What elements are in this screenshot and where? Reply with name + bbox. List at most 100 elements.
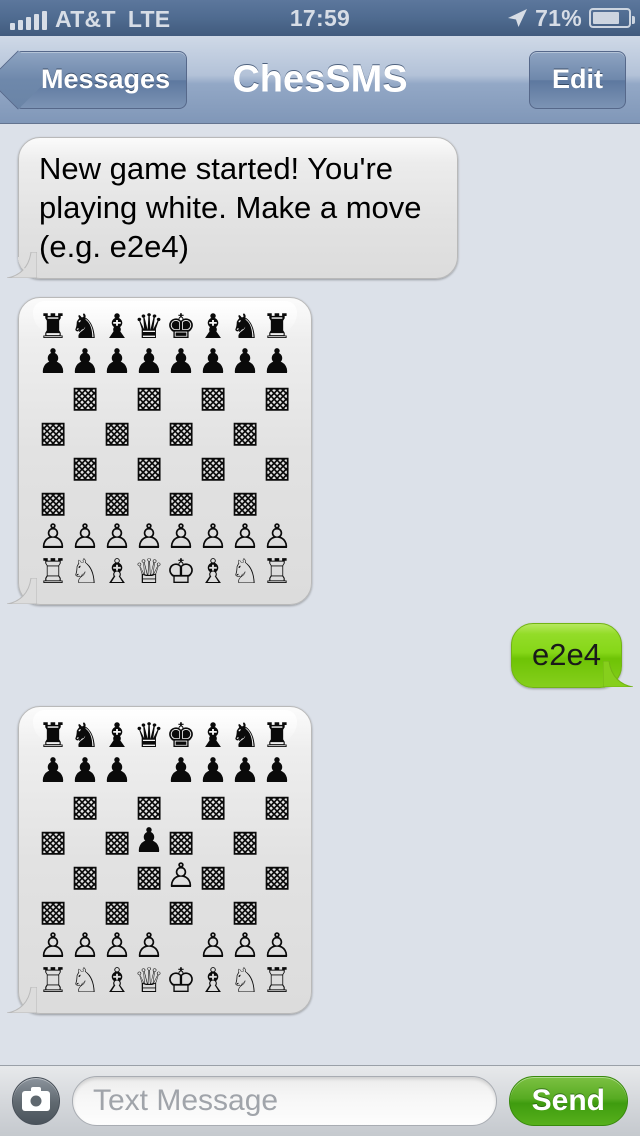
- chess-square: ♙: [165, 856, 197, 896]
- chess-square: ♕: [133, 961, 165, 1001]
- chess-square: ♘: [69, 961, 101, 1001]
- battery-icon: [589, 8, 635, 28]
- chess-rank-row: ♟ ♟ ♟ ♟ ♟ ♟ ♟: [37, 754, 293, 789]
- chess-square: ▩: [70, 450, 100, 486]
- chess-rank-row: ▩ ▩ ♟ ▩ ▩: [37, 821, 293, 861]
- chess-square: ▩: [134, 789, 164, 824]
- chess-square: ▩: [198, 859, 228, 894]
- message-bubble-intro[interactable]: New game started! You're playing white. …: [7, 137, 458, 280]
- chess-square: ▩: [70, 380, 100, 416]
- message-input-bar: Text Message Send: [0, 1065, 640, 1136]
- chess-square: ♙: [133, 517, 165, 558]
- location-arrow-icon: [506, 7, 528, 29]
- chess-square: ♟: [165, 751, 197, 791]
- chess-square: [197, 894, 229, 929]
- chess-square: ♙: [197, 517, 229, 558]
- chess-square: ▩: [230, 824, 260, 859]
- chess-square: ♟: [133, 342, 165, 383]
- chess-square: [133, 485, 165, 520]
- chess-square: [229, 450, 261, 485]
- bubble-tail-icon: [7, 578, 37, 605]
- chess-square: ♞: [69, 307, 101, 348]
- chess-square: ♟: [197, 342, 229, 383]
- chess-rank-row: ▩ ▩ ♙ ▩ ▩: [37, 856, 293, 896]
- chess-square: ♜: [37, 307, 69, 348]
- chess-square: ▩: [102, 824, 132, 859]
- chess-square: ♟: [37, 751, 69, 791]
- chess-square: [165, 789, 197, 824]
- chess-rank-row: ▩ ▩ ▩ ▩: [37, 789, 293, 824]
- chess-rank-row: ♙ ♙ ♙ ♙ ♙ ♙ ♙: [37, 929, 293, 964]
- chess-square: ♟: [69, 342, 101, 383]
- camera-icon[interactable]: [12, 1077, 60, 1125]
- navigation-bar: Messages ChesSMS Edit: [0, 36, 640, 124]
- chess-square: [197, 415, 229, 450]
- chess-square: ▩: [230, 415, 260, 451]
- message-bubble-board-after-move[interactable]: ♜ ♞ ♝ ♛ ♚ ♝ ♞ ♜ ♟ ♟ ♟ ♟ ♟ ♟ ♟ ▩ ▩ ▩ ▩ ▩ ▩ ♟ ▩ ▩ ▩ ▩ ♙ ▩ ▩ ▩…: [7, 706, 312, 1014]
- bubble-tail-icon: [7, 987, 37, 1013]
- send-button[interactable]: Send: [508, 1076, 628, 1126]
- chess-square: ♘: [229, 961, 261, 1001]
- chess-square: ♟: [37, 342, 69, 383]
- chess-rank-row: ♖ ♘ ♗ ♕ ♔ ♗ ♘ ♖: [37, 964, 293, 999]
- chess-square: [101, 859, 133, 894]
- chess-square: ▩: [230, 894, 260, 929]
- chess-square: [69, 824, 101, 859]
- chess-square: [69, 894, 101, 929]
- chess-square: ▩: [102, 485, 132, 521]
- chess-square: ▩: [38, 894, 68, 929]
- message-bubble-board-start[interactable]: ♜ ♞ ♝ ♛ ♚ ♝ ♞ ♜ ♟ ♟ ♟ ♟ ♟ ♟ ♟ ♟ ▩ ▩ ▩ ▩ ▩ ▩ ▩ ▩ ▩ ▩ ▩ ▩ ▩…: [7, 297, 312, 606]
- chess-board-start: ♜ ♞ ♝ ♛ ♚ ♝ ♞ ♜ ♟ ♟ ♟ ♟ ♟ ♟ ♟ ♟ ▩ ▩ ▩ ▩ ▩ ▩ ▩ ▩ ▩ ▩ ▩ ▩ ▩…: [37, 310, 293, 590]
- chess-square: ▩: [38, 415, 68, 451]
- chess-square: ▩: [262, 450, 292, 486]
- edit-button[interactable]: Edit: [529, 50, 626, 109]
- chess-square: [37, 859, 69, 894]
- chess-square: ♗: [197, 961, 229, 1001]
- chess-square: ♝: [101, 307, 133, 348]
- chess-square: ♙: [69, 926, 101, 966]
- chess-rank-row: ▩ ▩ ▩ ▩: [37, 380, 293, 415]
- chess-square: ♗: [197, 552, 229, 593]
- chess-square: ♖: [37, 961, 69, 1001]
- message-bubble-move[interactable]: e2e4: [511, 623, 633, 688]
- chess-square: ♙: [69, 517, 101, 558]
- chess-square: ▩: [38, 824, 68, 859]
- chess-square: ♟: [261, 342, 293, 383]
- chess-square: ▩: [134, 450, 164, 486]
- chess-square: ♙: [261, 926, 293, 966]
- message-thread[interactable]: New game started! You're playing white. …: [0, 125, 640, 1065]
- chess-square: ♗: [101, 961, 133, 1001]
- chess-square: ♟: [229, 751, 261, 791]
- chess-rank-row: ♟ ♟ ♟ ♟ ♟ ♟ ♟ ♟: [37, 345, 293, 380]
- battery-percent-label: 71%: [535, 4, 582, 31]
- chess-square: ♛: [133, 307, 165, 348]
- chess-rank-row: ▩ ▩ ▩ ▩: [37, 894, 293, 929]
- chess-square: [261, 894, 293, 929]
- chess-square: [229, 380, 261, 415]
- chess-rank-row: ▩ ▩ ▩ ▩: [37, 450, 293, 485]
- chess-rank-row: ♜ ♞ ♝ ♛ ♚ ♝ ♞ ♜: [37, 310, 293, 345]
- chess-square: ♙: [229, 926, 261, 966]
- chess-square: ♙: [165, 517, 197, 558]
- status-bar: AT&T LTE 17:59 71%: [0, 0, 640, 36]
- chess-square: [37, 380, 69, 415]
- chess-square: ♖: [261, 552, 293, 593]
- chess-square: ▩: [134, 859, 164, 894]
- chess-square: ▩: [262, 859, 292, 894]
- chess-square: ♚: [165, 307, 197, 348]
- chess-square: ▩: [198, 789, 228, 824]
- chess-square: ♙: [37, 517, 69, 558]
- chess-square: [101, 450, 133, 485]
- chess-square: ♞: [229, 716, 261, 756]
- chess-square: [101, 380, 133, 415]
- message-input-field[interactable]: Text Message: [72, 1076, 497, 1126]
- status-bar-right: 71%: [506, 4, 635, 32]
- chess-square: ♜: [261, 716, 293, 756]
- chess-square: ♙: [101, 926, 133, 966]
- chess-rank-row: ▩ ▩ ▩ ▩: [37, 415, 293, 450]
- chess-square: ♟: [133, 821, 165, 861]
- chess-square: ♖: [261, 961, 293, 1001]
- chess-board-after-move: ♜ ♞ ♝ ♛ ♚ ♝ ♞ ♜ ♟ ♟ ♟ ♟ ♟ ♟ ♟ ▩ ▩ ▩ ▩ ▩ ▩ ♟ ▩ ▩ ▩ ▩ ♙ ▩ ▩ ▩…: [37, 719, 293, 999]
- chess-square: ▩: [166, 415, 196, 451]
- chess-square: [133, 894, 165, 929]
